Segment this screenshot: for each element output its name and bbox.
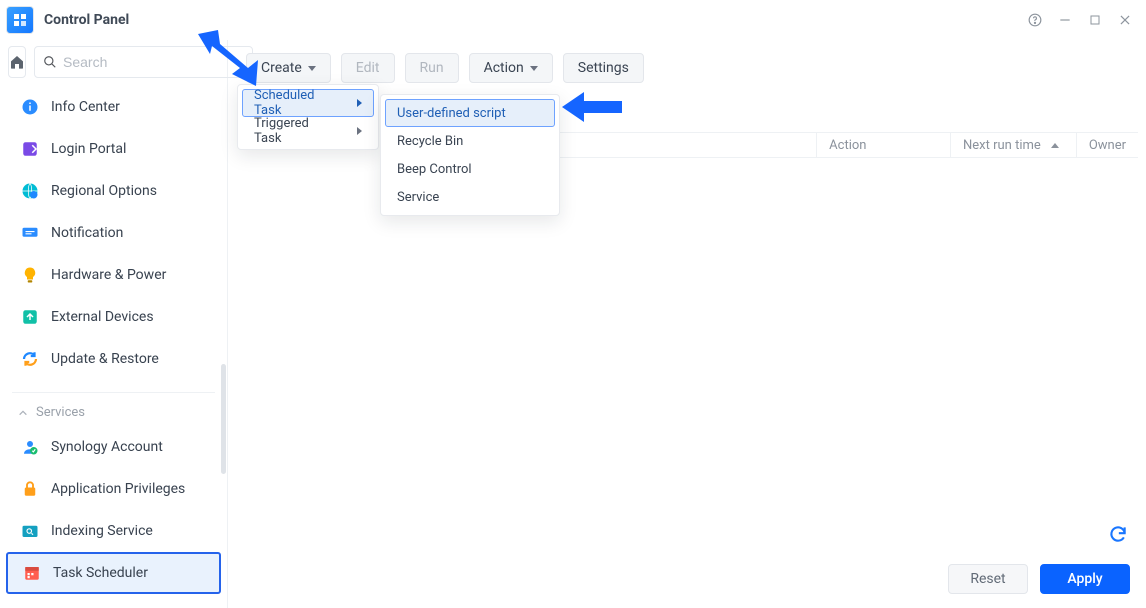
help-button[interactable] (1020, 5, 1050, 35)
nav-item-task-scheduler[interactable]: Task Scheduler (6, 552, 221, 594)
close-button[interactable] (1110, 5, 1140, 35)
main-panel: Create Edit Run Action Settings Action N… (228, 40, 1146, 608)
regional-icon (21, 182, 39, 200)
menu-item-beep-control[interactable]: Beep Control (385, 155, 555, 183)
btn-label: Apply (1067, 571, 1102, 587)
nav-label: Hardware & Power (51, 267, 166, 283)
nav-item-info-center[interactable]: Info Center (6, 86, 221, 128)
col-label: Next run time (963, 138, 1041, 153)
menu-label: Recycle Bin (397, 134, 463, 149)
menu-label: Beep Control (397, 162, 472, 177)
home-button[interactable] (8, 46, 26, 78)
nav-label: Notification (51, 225, 123, 241)
col-label: Action (829, 138, 866, 153)
nav-item-indexing-service[interactable]: Indexing Service (6, 510, 221, 552)
portal-icon (21, 140, 39, 158)
col-label: Owner (1089, 138, 1126, 153)
sidebar: Info Center Login Portal Regional Option… (0, 40, 228, 608)
menu-item-service[interactable]: Service (385, 183, 555, 211)
btn-label: Settings (578, 60, 629, 76)
lock-icon (21, 480, 39, 498)
footer: Reset Apply (948, 564, 1130, 594)
caret-down-icon (308, 66, 316, 71)
menu-label: Service (397, 190, 439, 205)
nav-item-application-privileges[interactable]: Application Privileges (6, 468, 221, 510)
nav-item-regional-options[interactable]: Regional Options (6, 170, 221, 212)
btn-label: Edit (356, 60, 380, 76)
settings-button[interactable]: Settings (563, 53, 644, 83)
nav-item-synology-account[interactable]: Synology Account (6, 426, 221, 468)
sidebar-scrollbar[interactable] (221, 364, 226, 474)
bulb-icon (21, 266, 39, 284)
reset-button[interactable]: Reset (948, 564, 1028, 594)
nav-section-services[interactable]: Services (0, 399, 227, 426)
nav-item-hardware-power[interactable]: Hardware & Power (6, 254, 221, 296)
window-title: Control Panel (44, 12, 129, 28)
annotation-arrow-script (562, 90, 622, 128)
maximize-button[interactable] (1080, 5, 1110, 35)
nav-list: Info Center Login Portal Regional Option… (0, 86, 227, 608)
menu-item-recycle-bin[interactable]: Recycle Bin (385, 127, 555, 155)
nav-label: Synology Account (51, 439, 163, 455)
col-next-run[interactable]: Next run time (951, 133, 1077, 157)
col-action[interactable]: Action (817, 133, 951, 157)
section-label: Services (36, 405, 85, 420)
nav-label: Login Portal (51, 141, 126, 157)
edit-button[interactable]: Edit (341, 53, 395, 83)
nav-divider (12, 392, 215, 393)
upload-icon (21, 308, 39, 326)
menu-item-user-defined-script[interactable]: User-defined script (385, 99, 555, 127)
table-header: Action Next run time Owner (493, 132, 1138, 158)
nav-item-notification[interactable]: Notification (6, 212, 221, 254)
chevron-right-icon (357, 99, 362, 107)
refresh-button[interactable] (1108, 524, 1130, 546)
search-icon (43, 55, 57, 69)
update-icon (21, 350, 39, 368)
nav-label: Update & Restore (51, 351, 159, 367)
action-button[interactable]: Action (469, 53, 553, 83)
minimize-button[interactable] (1050, 5, 1080, 35)
titlebar: Control Panel (0, 0, 1146, 40)
nav-item-login-portal[interactable]: Login Portal (6, 128, 221, 170)
chevron-right-icon (357, 127, 362, 135)
btn-label: Action (484, 60, 524, 76)
run-button[interactable]: Run (405, 53, 459, 83)
nav-label: Info Center (51, 99, 120, 115)
menu-label: User-defined script (397, 106, 506, 121)
nav-label: Application Privileges (51, 481, 185, 497)
apply-button[interactable]: Apply (1040, 564, 1130, 594)
menu-label: Triggered Task (254, 116, 339, 146)
notification-icon (21, 224, 39, 242)
btn-label: Run (420, 60, 444, 76)
nav-label: Indexing Service (51, 523, 153, 539)
account-icon (21, 438, 39, 456)
task-type-submenu: User-defined script Recycle Bin Beep Con… (380, 94, 560, 216)
nav-label: External Devices (51, 309, 154, 325)
nav-item-update-restore[interactable]: Update & Restore (6, 338, 221, 380)
info-icon (21, 98, 39, 116)
btn-label: Reset (970, 571, 1005, 587)
caret-down-icon (530, 66, 538, 71)
nav-label: Regional Options (51, 183, 157, 199)
menu-item-triggered-task[interactable]: Triggered Task (242, 117, 374, 145)
chevron-up-icon (18, 408, 28, 418)
search-folder-icon (21, 522, 39, 540)
nav-item-external-devices[interactable]: External Devices (6, 296, 221, 338)
calendar-icon (23, 564, 41, 582)
annotation-arrow-create (198, 30, 268, 94)
nav-label: Task Scheduler (53, 565, 148, 581)
col-owner[interactable]: Owner (1077, 133, 1138, 157)
app-icon (6, 6, 34, 34)
